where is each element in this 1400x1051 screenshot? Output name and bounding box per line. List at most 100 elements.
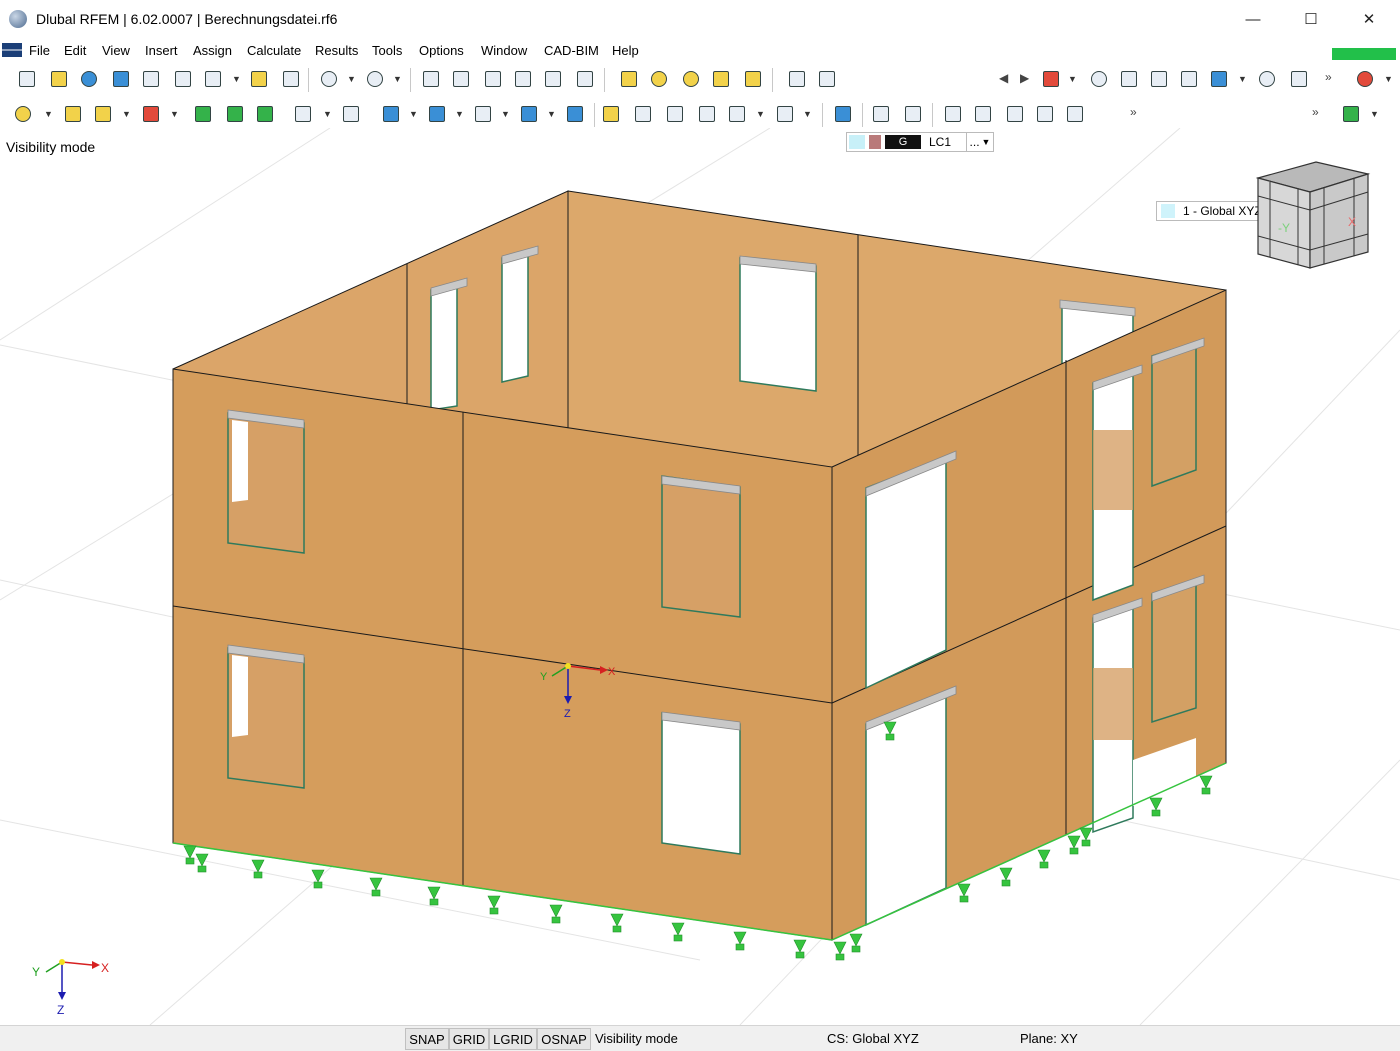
select-window-icon[interactable] [618,68,640,90]
console-icon[interactable] [512,68,534,90]
clipping-box-icon[interactable] [472,103,494,125]
surface-support-icon[interactable] [254,103,276,125]
menu-calculate[interactable]: Calculate [247,43,301,58]
load-icon[interactable] [600,103,622,125]
select-polygon-icon[interactable] [710,68,732,90]
surface-load-icon[interactable] [664,103,686,125]
save-icon[interactable] [172,68,194,90]
undo-icon[interactable] [318,68,340,90]
new-member-dropdown-icon[interactable]: ▼ [122,109,131,119]
report-icon[interactable] [280,68,302,90]
result-table-icon[interactable] [1208,68,1230,90]
render-light-icon[interactable] [1034,103,1056,125]
menu-file[interactable]: File [29,43,50,58]
open-model-icon[interactable] [48,68,70,90]
coordinate-icon[interactable] [340,103,362,125]
result-values-icon[interactable] [1118,68,1140,90]
load-dropdown-icon[interactable]: ▼ [756,109,765,119]
navigation-cube[interactable]: -Y X [1256,160,1376,270]
redo-icon[interactable] [364,68,386,90]
grid-toggle[interactable]: GRID [449,1028,489,1050]
dlubal-center-icon[interactable] [78,68,100,90]
render-solid-icon[interactable] [1004,103,1026,125]
menu-options[interactable]: Options [419,43,464,58]
view-settings-icon[interactable] [1340,103,1362,125]
render-wireframe-icon[interactable] [942,103,964,125]
select-circle-icon[interactable] [680,68,702,90]
filter-icon[interactable] [832,103,854,125]
clipping-dropdown-icon[interactable]: ▼ [501,109,510,119]
menu-view[interactable]: View [102,43,130,58]
dimension-icon[interactable] [292,103,314,125]
printout-report-icon[interactable] [248,68,270,90]
print-dropdown-icon[interactable]: ▼ [232,74,241,84]
guideline-icon[interactable] [426,103,448,125]
toolbar-overflow-icon[interactable]: » [1325,70,1332,84]
select-lasso-icon[interactable] [648,68,670,90]
close-button[interactable]: ✕ [1340,0,1398,38]
lc-next-arrow-icon[interactable]: ▶ [1020,71,1029,85]
tables-icon[interactable] [450,68,472,90]
properties-icon[interactable] [482,68,504,90]
new-node-dropdown-icon[interactable]: ▼ [44,109,53,119]
new-surface-dropdown-icon[interactable]: ▼ [170,109,179,119]
menu-assign[interactable]: Assign [193,43,232,58]
new-node-icon[interactable] [12,103,34,125]
control-panel-icon[interactable] [574,68,596,90]
nodal-support-icon[interactable] [192,103,214,125]
new-surface-icon[interactable] [140,103,162,125]
lgrid-toggle[interactable]: LGRID [489,1028,537,1050]
display-members-icon[interactable] [870,103,892,125]
maximize-button[interactable]: ☐ [1282,0,1340,38]
animation-icon[interactable] [1256,68,1278,90]
show-results-icon[interactable] [1088,68,1110,90]
model-viewport[interactable]: X Y Z X Y Z [0,128,1400,1025]
view-rotate-dropdown-icon[interactable]: ▼ [547,109,556,119]
new-line-icon[interactable] [62,103,84,125]
load-case-next-icon[interactable] [816,68,838,90]
select-line-icon[interactable] [742,68,764,90]
menu-edit[interactable]: Edit [64,43,86,58]
section-dropdown-icon[interactable]: ▼ [409,109,418,119]
section-icon[interactable] [380,103,402,125]
model-manager-icon[interactable] [140,68,162,90]
navigator-icon[interactable] [420,68,442,90]
solid-model-icon[interactable] [564,103,586,125]
osnap-toggle[interactable]: OSNAP [537,1028,591,1050]
filter-results-icon[interactable] [1040,68,1062,90]
menu-cad-bim[interactable]: CAD-BIM [544,43,599,58]
no-results-icon[interactable] [1354,68,1376,90]
deformation-icon[interactable] [1148,68,1170,90]
snap-toggle[interactable]: SNAP [405,1028,449,1050]
dimension-dropdown-icon[interactable]: ▼ [323,109,332,119]
result-diagram-icon[interactable] [1288,68,1310,90]
render-transparent-icon[interactable] [1064,103,1086,125]
menu-results[interactable]: Results [315,43,358,58]
webservice-icon[interactable] [110,68,132,90]
free-load-icon[interactable] [696,103,718,125]
undo-dropdown-icon[interactable]: ▼ [347,74,356,84]
new-member-icon[interactable] [92,103,114,125]
view-settings-dropdown-icon[interactable]: ▼ [1370,109,1379,119]
display-film-icon[interactable] [902,103,924,125]
menu-insert[interactable]: Insert [145,43,178,58]
menu-window[interactable]: Window [481,43,527,58]
toolbar3-overflow-icon[interactable]: » [1312,105,1319,119]
menu-tools[interactable]: Tools [372,43,402,58]
load-wizard-dropdown-icon[interactable]: ▼ [803,109,812,119]
guideline-dropdown-icon[interactable]: ▼ [455,109,464,119]
imposed-deformation-icon[interactable] [726,103,748,125]
load-case-previous-icon[interactable] [786,68,808,90]
no-results-dropdown-icon[interactable]: ▼ [1384,74,1393,84]
result-table-dropdown-icon[interactable]: ▼ [1238,74,1247,84]
lc-prev-arrow-icon[interactable]: ◀ [999,71,1008,85]
view-rotate-icon[interactable] [518,103,540,125]
scale-icon[interactable] [1178,68,1200,90]
print-icon[interactable] [202,68,224,90]
member-load-icon[interactable] [632,103,654,125]
filter-dropdown-icon[interactable]: ▼ [1068,74,1077,84]
menu-help[interactable]: Help [612,43,639,58]
load-wizard-icon[interactable] [774,103,796,125]
script-icon[interactable] [542,68,564,90]
line-support-icon[interactable] [224,103,246,125]
